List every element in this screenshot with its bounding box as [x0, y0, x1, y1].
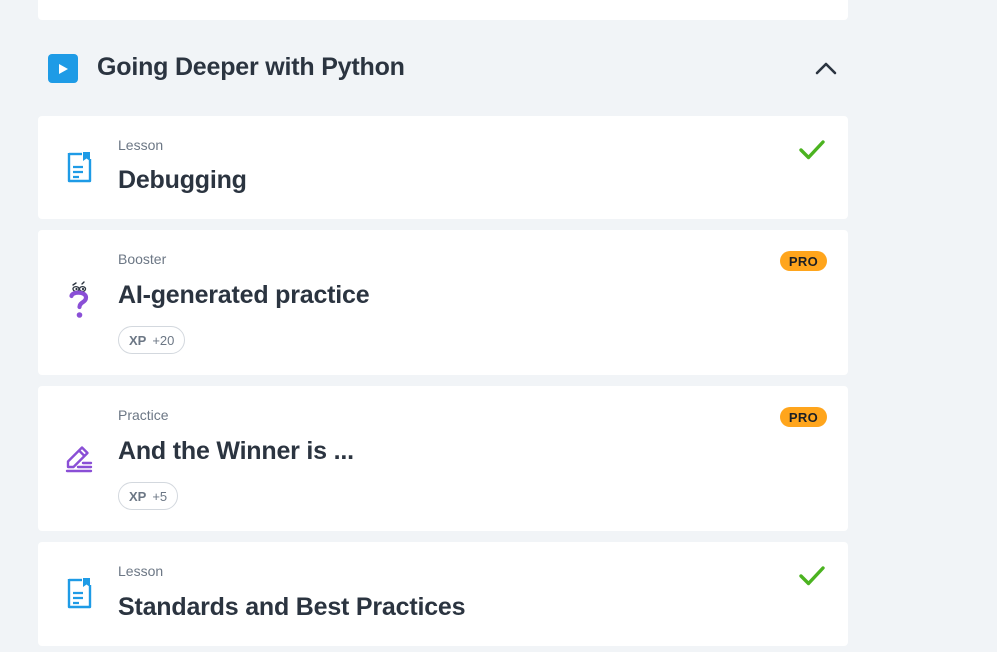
item-title[interactable]: And the Winner is ...: [118, 437, 354, 466]
list-item-practice[interactable]: Practice And the Winner is ... PRO XP +5: [38, 386, 848, 531]
module-title: Going Deeper with Python: [97, 53, 405, 81]
chevron-up-icon[interactable]: [814, 56, 838, 80]
xp-reward-pill: XP +20: [118, 326, 186, 354]
pro-badge: PRO: [779, 251, 827, 271]
item-type-label: Booster: [118, 251, 167, 267]
list-item-booster[interactable]: Booster AI-generated practice PRO XP +20: [38, 230, 848, 375]
pro-badge: PRO: [779, 407, 827, 427]
xp-value: +20: [152, 332, 175, 348]
item-type-label: Lesson: [118, 137, 164, 153]
lesson-document-icon: [64, 576, 94, 610]
lesson-document-icon: [64, 150, 94, 184]
xp-label: XP: [129, 488, 147, 504]
module-header[interactable]: Going Deeper with Python: [38, 40, 848, 96]
item-title[interactable]: AI-generated practice: [118, 281, 370, 310]
xp-label: XP: [129, 332, 147, 348]
play-icon: [48, 54, 78, 83]
list-item-lesson[interactable]: Lesson Debugging: [38, 116, 848, 219]
item-title[interactable]: Standards and Best Practices: [118, 593, 466, 622]
xp-value: +5: [152, 488, 168, 504]
pencil-edit-icon: [64, 442, 94, 476]
item-type-label: Lesson: [118, 563, 164, 579]
question-mark-icon: [64, 281, 94, 318]
checkmark-icon: [799, 140, 825, 160]
checkmark-icon: [799, 566, 825, 586]
item-type-label: Practice: [118, 407, 169, 423]
item-title[interactable]: Debugging: [118, 166, 247, 195]
list-item-lesson[interactable]: Lesson Standards and Best Practices: [38, 542, 848, 646]
xp-reward-pill: XP +5: [118, 482, 179, 510]
previous-card[interactable]: [38, 0, 848, 20]
